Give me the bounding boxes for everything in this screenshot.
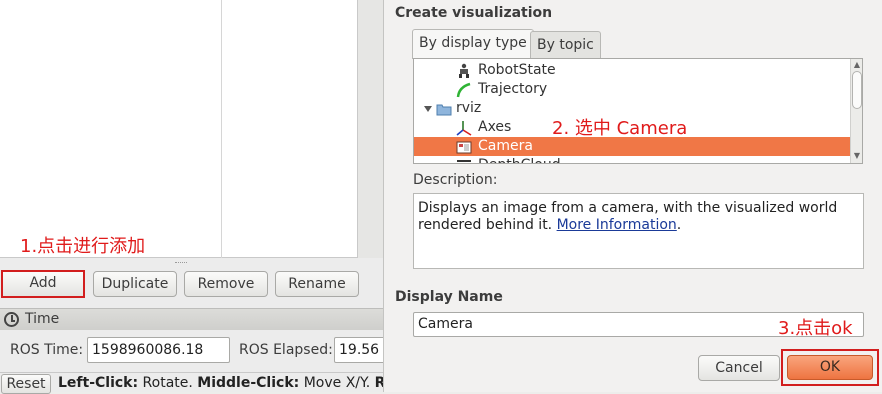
- ros-time-field[interactable]: 1598960086.18: [87, 337, 230, 363]
- time-panel-title: Time: [25, 311, 60, 327]
- remove-button[interactable]: Remove: [184, 271, 268, 297]
- dialog-title: Create visualization: [395, 5, 553, 21]
- description-label: Description:: [413, 172, 498, 188]
- status-bar: Reset Left-Click: Rotate. Middle-Click: …: [0, 372, 400, 394]
- list-item-depthcloud[interactable]: DepthCloud: [414, 156, 850, 163]
- ok-highlight-box: OK: [781, 349, 879, 386]
- cancel-button[interactable]: Cancel: [698, 355, 780, 381]
- list-item-label: Camera: [478, 138, 533, 154]
- clock-icon: [4, 312, 19, 327]
- ros-elapsed-label: ROS Elapsed:: [239, 342, 333, 358]
- rename-button[interactable]: Rename: [275, 271, 359, 297]
- annotation-step3: 3.点击ok: [778, 318, 853, 339]
- list-item-label: Axes: [478, 119, 512, 135]
- hint-left-action: Rotate.: [138, 375, 198, 391]
- time-panel-header: Time: [0, 308, 383, 330]
- scroll-down-icon[interactable]: ▼: [852, 151, 862, 161]
- tab-by-topic[interactable]: By topic: [530, 31, 601, 59]
- annotation-step1: 1.点击进行添加: [20, 236, 146, 257]
- panel-scroll-strip: [358, 0, 383, 258]
- ros-time-label: ROS Time:: [10, 342, 84, 358]
- list-item-robotstate[interactable]: RobotState: [414, 61, 850, 80]
- hint-left-click: Left-Click:: [58, 375, 139, 391]
- list-item-label: DepthCloud: [478, 156, 561, 163]
- robot-state-icon: [456, 63, 472, 79]
- status-hint: Left-Click: Rotate. Middle-Click: Move X…: [58, 375, 400, 391]
- scrollbar-thumb[interactable]: [852, 71, 862, 109]
- displays-tree[interactable]: [0, 0, 358, 258]
- tree-column-divider: [221, 0, 222, 258]
- reset-button[interactable]: Reset: [1, 374, 51, 394]
- ok-button[interactable]: OK: [787, 355, 873, 380]
- list-item-label: RobotState: [478, 62, 556, 78]
- annotation-step2: 2. 选中 Camera: [552, 118, 688, 139]
- splitter-handle[interactable]: [175, 262, 187, 265]
- hint-middle-action: Move X/Y.: [299, 375, 375, 391]
- time-panel-row: ROS Time: 1598960086.18 ROS Elapsed: 19.…: [0, 332, 394, 370]
- display-type-list[interactable]: RobotState Trajectory rviz Axes Camera ▲…: [413, 58, 863, 164]
- trajectory-icon: [456, 82, 472, 98]
- folder-icon: [436, 101, 452, 117]
- list-item-label: Trajectory: [478, 81, 548, 97]
- displays-panel: 1.点击进行添加 Add Duplicate Remove Rename Tim…: [0, 0, 400, 394]
- camera-icon: [456, 139, 472, 155]
- list-item-trajectory[interactable]: Trajectory: [414, 80, 850, 99]
- more-information-link[interactable]: More Information: [557, 217, 677, 233]
- depth-cloud-icon: [456, 158, 472, 163]
- description-end: .: [676, 217, 682, 233]
- list-scrollbar[interactable]: ▲ ▼: [850, 59, 862, 163]
- create-visualization-dialog: Create visualization By display type By …: [383, 0, 882, 392]
- scroll-up-icon[interactable]: ▲: [852, 60, 862, 70]
- hint-middle-click: Middle-Click:: [197, 375, 300, 391]
- duplicate-button[interactable]: Duplicate: [93, 271, 177, 297]
- tab-by-display-type[interactable]: By display type: [412, 29, 534, 59]
- axes-icon: [456, 120, 472, 136]
- list-item-label: rviz: [456, 100, 482, 116]
- display-name-label: Display Name: [395, 289, 503, 305]
- description-box: Displays an image from a camera, with th…: [413, 193, 864, 269]
- add-button[interactable]: Add: [1, 270, 85, 298]
